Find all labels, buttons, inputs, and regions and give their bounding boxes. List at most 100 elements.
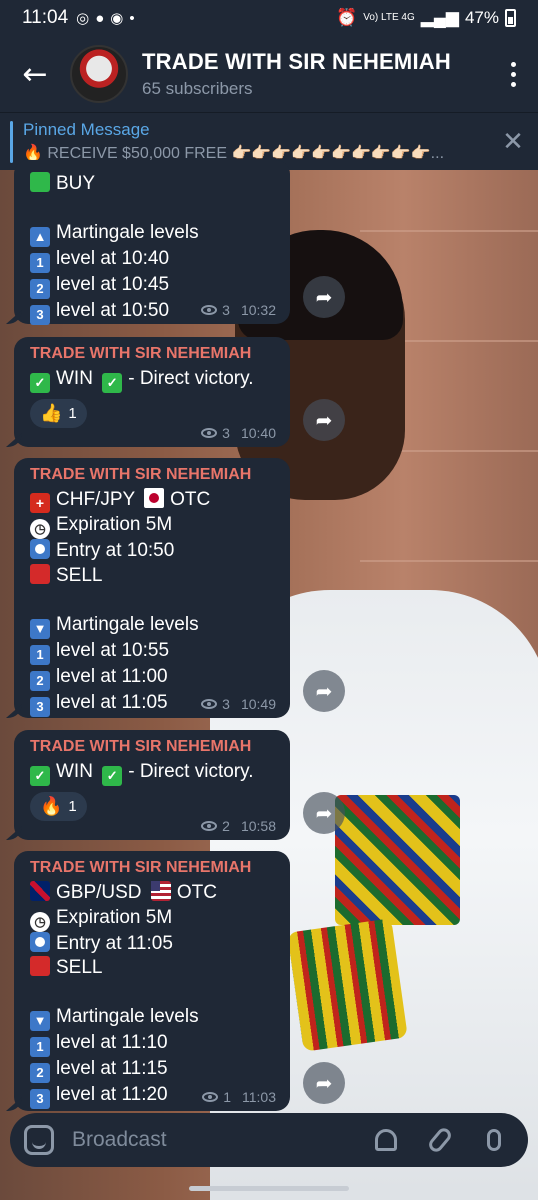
share-arrow-icon: ➦: [315, 679, 333, 703]
keycap-2-icon: 2: [30, 1063, 50, 1083]
reaction-chip[interactable]: 👍 1: [30, 399, 87, 428]
chat-header: ← TRADE WITH SIR NEHEMIAH 65 subscribers: [0, 36, 538, 112]
keycap-1-icon: 1: [30, 644, 50, 665]
message-sender: TRADE WITH SIR NEHEMIAH: [30, 738, 252, 755]
reaction-chip[interactable]: 🔥 1: [30, 792, 87, 821]
sticker-icon[interactable]: [24, 1125, 54, 1155]
channel-title: TRADE WITH SIR NEHEMIAH: [142, 49, 451, 74]
message-bubble[interactable]: TRADE WITH SIR NEHEMIAH ✓ WIN ✓ - Direct v…: [14, 337, 290, 447]
share-button[interactable]: ➦: [303, 792, 345, 834]
message-bubble[interactable]: TRADE WITH SIR NEHEMIAH + CHF/JPY OTC ◷ Ex…: [14, 458, 290, 718]
wallpaper-kente-pocket: [335, 795, 460, 925]
down-arrow-icon: ▼: [30, 1011, 50, 1031]
check-icon: ✓: [102, 766, 123, 786]
views-icon: [201, 821, 218, 831]
message-meta: 3 10:40: [201, 425, 276, 441]
view-count: 2: [222, 818, 230, 834]
battery-icon: [505, 9, 516, 27]
share-arrow-icon: ➦: [315, 285, 333, 309]
message-line: 2 level at 11:15: [30, 1057, 274, 1083]
message-line: ▼ Martingale levels: [30, 613, 274, 639]
more-vert-icon[interactable]: [488, 36, 538, 112]
message-meta: 2 10:58: [201, 818, 276, 834]
reaction-count: 1: [68, 798, 77, 815]
broadcast-input-bar: Broadcast: [10, 1113, 528, 1167]
keycap-3-icon: 3: [30, 1089, 50, 1109]
message-line: 1 level at 10:55: [30, 639, 274, 665]
status-right: ⏰ Vo) LTE 4G ▂▄▆ 47%: [336, 8, 516, 28]
message-line: ▲ Martingale levels: [30, 221, 274, 247]
bell-icon[interactable]: [366, 1120, 406, 1160]
share-button[interactable]: ➦: [303, 1062, 345, 1104]
red-square-icon: [30, 563, 50, 584]
microphone-icon[interactable]: [474, 1120, 514, 1160]
wallpaper-brick-line: [360, 230, 538, 232]
subscriber-count: 65 subscribers: [142, 79, 253, 98]
message-meta: 1 11:03: [202, 1089, 276, 1105]
message-bubble[interactable]: TRADE WITH SIR NEHEMIAH GBP/USD OTC ◷ Exp…: [14, 851, 290, 1111]
uk-flag-icon: [30, 881, 50, 901]
share-button[interactable]: ➦: [303, 399, 345, 441]
message-line: 2 level at 11:00: [30, 665, 274, 691]
red-square-icon: [30, 956, 50, 976]
message-line: ▼ Martingale levels: [30, 1005, 274, 1031]
message-meta: 3 10:32: [201, 302, 276, 318]
keycap-2-icon: 2: [30, 670, 50, 691]
channel-avatar[interactable]: [70, 45, 128, 103]
message-sender: TRADE WITH SIR NEHEMIAH: [30, 859, 252, 876]
message-meta: 3 10:49: [201, 696, 276, 712]
back-button[interactable]: ←: [0, 36, 70, 112]
clock-icon: ◷: [30, 519, 50, 539]
pinned-content[interactable]: Pinned Message 🔥 RECEIVE $50,000 FREE 👉🏻…: [23, 120, 488, 163]
message-line: [30, 197, 274, 222]
message-time: 11:03: [242, 1089, 276, 1105]
views-icon: [201, 305, 218, 315]
share-button[interactable]: ➦: [303, 670, 345, 712]
pinned-indicator: [10, 120, 13, 163]
gesture-nav-bar[interactable]: [189, 1186, 349, 1191]
message-line: ◷ Expiration 5M: [30, 906, 274, 932]
message-time: 10:32: [240, 302, 276, 318]
keycap-3-icon: 3: [30, 696, 50, 717]
message-line: GBP/USD OTC: [30, 881, 274, 906]
message-time: 10:58: [240, 818, 276, 834]
up-arrow-icon: ▲: [30, 227, 50, 247]
paperclip-icon[interactable]: [420, 1120, 460, 1160]
discord-icon: ◉: [110, 10, 124, 27]
message-bubble[interactable]: TRADE WITH SIR NEHEMIAH ✓ WIN ✓ - Direct v…: [14, 730, 290, 840]
keycap-1-icon: 1: [30, 253, 50, 273]
message-sender: TRADE WITH SIR NEHEMIAH: [30, 466, 252, 483]
swiss-flag-icon: +: [30, 493, 50, 513]
green-square-icon: [30, 172, 50, 192]
status-time: 11:04: [22, 7, 69, 28]
signal-icon: ▂▄▆: [420, 8, 459, 27]
header-text[interactable]: TRADE WITH SIR NEHEMIAH 65 subscribers: [142, 49, 488, 99]
message-time: 10:40: [240, 425, 276, 441]
status-notification-icons: ◎ ● ◉ •: [76, 9, 135, 28]
keycap-2-icon: 2: [30, 279, 50, 299]
record-button-icon: [30, 539, 50, 559]
battery-percent: 47%: [464, 8, 499, 27]
message-line: Entry at 10:50: [30, 539, 274, 564]
message-sender: TRADE WITH SIR NEHEMIAH: [30, 345, 252, 362]
message-line: + CHF/JPY OTC: [30, 488, 274, 513]
chat-icon: ●: [95, 9, 105, 27]
check-icon: ✓: [102, 373, 123, 393]
broadcast-input[interactable]: Broadcast: [72, 1128, 352, 1152]
dot-icon: •: [129, 9, 135, 27]
view-count: 3: [222, 302, 230, 318]
message-line: ✓ WIN ✓ - Direct victory.: [30, 367, 274, 393]
message-bubble[interactable]: BUY ▲ Martingale levels 1 level at 10:40 2…: [14, 160, 290, 325]
reaction-count: 1: [68, 405, 77, 422]
whatsapp-icon: ◎: [76, 10, 90, 27]
message-line: BUY: [30, 172, 274, 197]
wallpaper-kente-cuff: [287, 918, 408, 1052]
keycap-3-icon: 3: [30, 305, 50, 325]
thumbs-up-icon: 👍: [40, 403, 63, 423]
pinned-label: Pinned Message: [23, 120, 150, 139]
share-arrow-icon: ➦: [315, 408, 333, 432]
share-button[interactable]: ➦: [303, 276, 345, 318]
record-button-icon: [30, 931, 50, 952]
close-icon[interactable]: ✕: [488, 127, 538, 157]
status-bar: 11:04 ◎ ● ◉ • ⏰ Vo) LTE 4G ▂▄▆ 47%: [0, 0, 538, 36]
